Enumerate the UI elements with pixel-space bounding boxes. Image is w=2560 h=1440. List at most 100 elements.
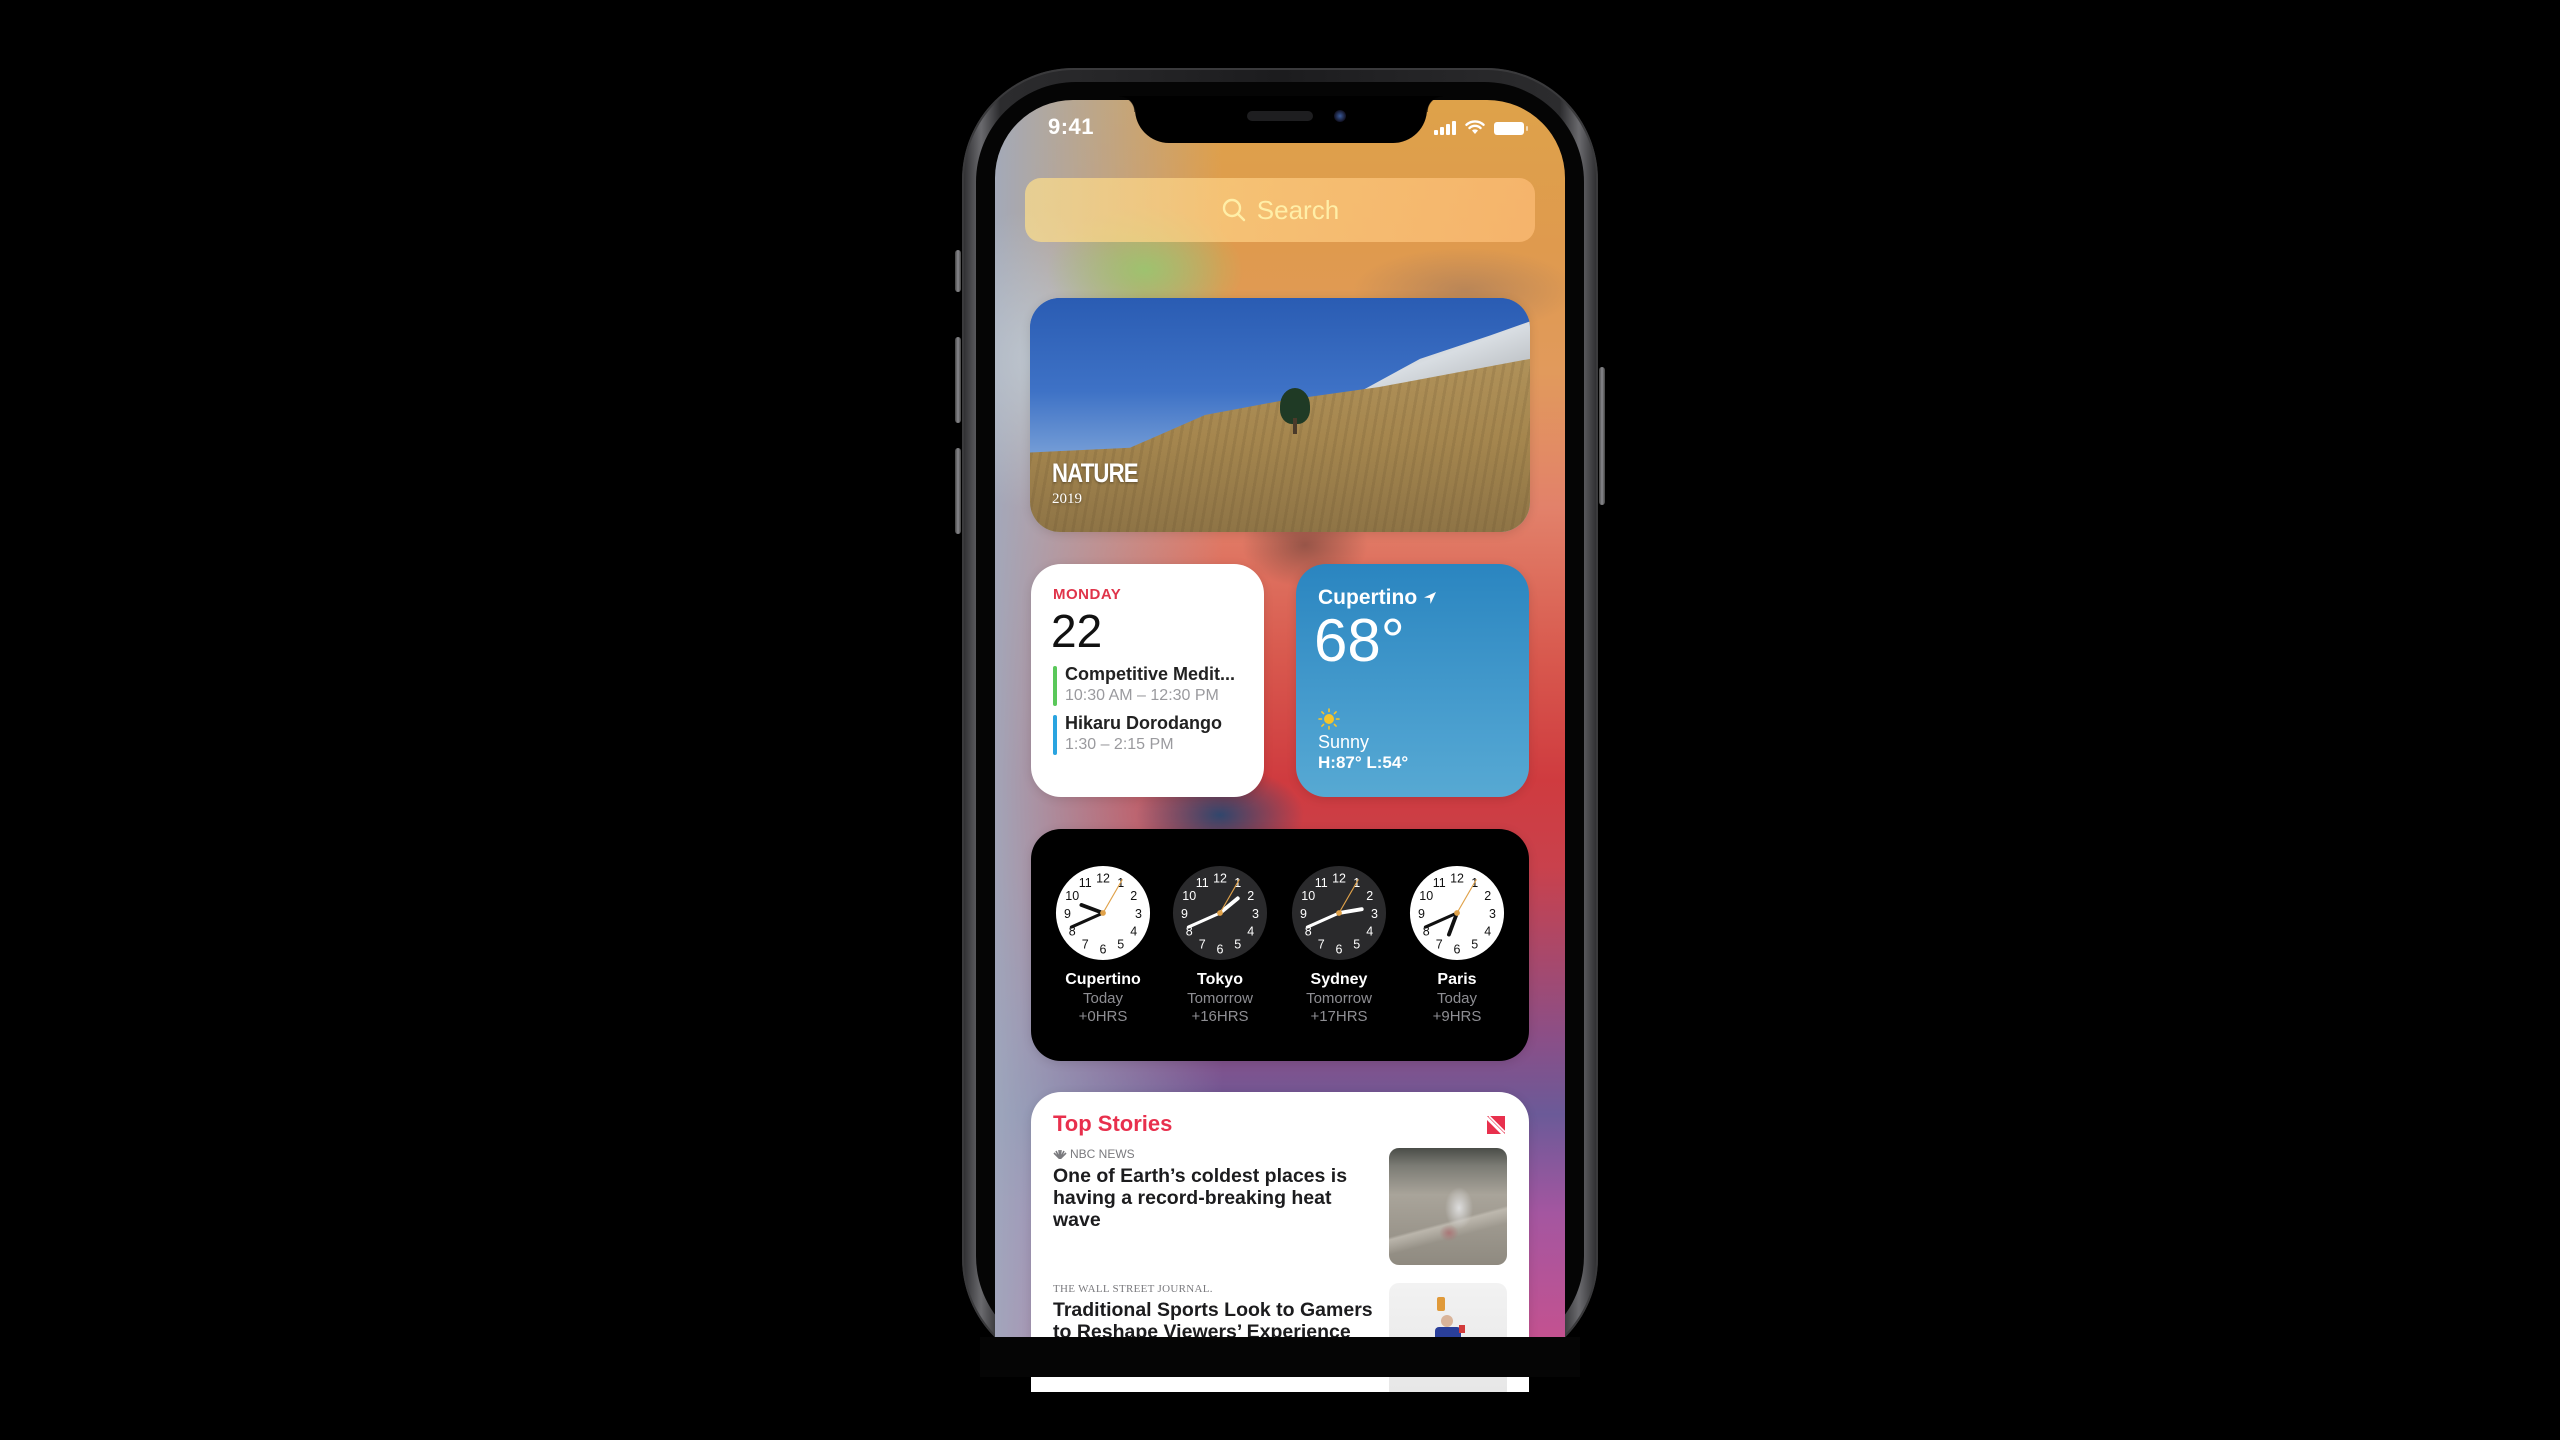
clock-numeral: 3 xyxy=(1135,907,1142,921)
calendar-weekday: MONDAY xyxy=(1053,586,1122,603)
clock-numeral: 7 xyxy=(1318,938,1325,952)
clock-numeral: 10 xyxy=(1301,889,1315,903)
clock-numeral: 9 xyxy=(1181,907,1188,921)
status-icons xyxy=(1434,120,1528,135)
clock-numeral: 4 xyxy=(1247,925,1254,939)
clock-center-pin xyxy=(1217,910,1223,916)
wifi-icon xyxy=(1465,120,1485,134)
clock-numeral: 12 xyxy=(1096,871,1110,885)
clock-face-icon: 123456789101112 xyxy=(1291,865,1387,961)
calendar-event[interactable]: Competitive Medit... 10:30 AM – 12:30 PM xyxy=(1053,664,1236,706)
side-button[interactable] xyxy=(1599,367,1605,505)
clock-numeral: 4 xyxy=(1130,925,1137,939)
front-camera xyxy=(1334,110,1346,122)
news-source: THE WALL STREET JOURNAL. xyxy=(1053,1283,1383,1295)
status-time: 9:41 xyxy=(1048,114,1095,139)
world-clock-widget[interactable]: 123456789101112 Cupertino Today +0HRS 12… xyxy=(1031,829,1529,1061)
clock-day: Today xyxy=(1436,990,1478,1007)
clock-offset: +16HRS xyxy=(1191,1008,1249,1025)
clock-numeral: 11 xyxy=(1315,876,1328,890)
news-source: NBC NEWS xyxy=(1053,1147,1383,1161)
clock-offset: +0HRS xyxy=(1078,1008,1128,1025)
clock-city: Sydney xyxy=(1310,971,1368,988)
clock-numeral: 9 xyxy=(1064,907,1071,921)
clock-numeral: 6 xyxy=(1336,942,1343,956)
search-placeholder: Search xyxy=(1256,194,1340,225)
photos-widget[interactable]: NATURE 2019 xyxy=(1030,298,1530,532)
event-time: 10:30 AM – 12:30 PM xyxy=(1065,687,1219,704)
clock-face-icon: 123456789101112 xyxy=(1055,865,1151,961)
clock-numeral: 5 xyxy=(1117,938,1124,952)
calendar-event[interactable]: Hikaru Dorodango 1:30 – 2:15 PM xyxy=(1053,713,1222,755)
calendar-date: 22 xyxy=(1051,605,1103,657)
news-story[interactable]: NBC NEWS One of Earth’s coldest places i… xyxy=(1053,1147,1383,1231)
earpiece-speaker xyxy=(1247,111,1313,121)
clock-numeral: 11 xyxy=(1196,876,1209,890)
clock-numeral: 10 xyxy=(1182,889,1196,903)
clock-numeral: 7 xyxy=(1199,938,1206,952)
clock-numeral: 2 xyxy=(1130,889,1137,903)
clock-numeral: 2 xyxy=(1484,889,1491,903)
event-color-bar xyxy=(1053,666,1057,706)
clock-numeral: 10 xyxy=(1065,889,1079,903)
clock-city: Tokyo xyxy=(1197,971,1243,988)
clock-numeral: 4 xyxy=(1366,925,1373,939)
clock-numeral: 4 xyxy=(1484,925,1491,939)
clock-numeral: 3 xyxy=(1252,907,1259,921)
clock-numeral: 5 xyxy=(1353,938,1360,952)
sun-icon xyxy=(1318,708,1340,730)
volume-down-button[interactable] xyxy=(955,448,961,534)
event-color-bar xyxy=(1053,715,1057,755)
event-time: 1:30 – 2:15 PM xyxy=(1065,736,1174,753)
mute-switch[interactable] xyxy=(955,250,961,292)
clock-city: Paris xyxy=(1437,971,1477,988)
clock-numeral: 2 xyxy=(1247,889,1254,903)
location-arrow-icon xyxy=(1424,592,1437,604)
cellular-signal-icon xyxy=(1434,121,1456,135)
news-headline: One of Earth’s coldest places is having … xyxy=(1053,1165,1348,1231)
news-story[interactable]: THE WALL STREET JOURNAL. Traditional Spo… xyxy=(1053,1283,1383,1343)
clock-day: Tomorrow xyxy=(1187,990,1253,1007)
weather-condition: Sunny xyxy=(1318,732,1370,752)
calendar-widget[interactable]: MONDAY 22 Competitive Medit... 10:30 AM … xyxy=(1031,564,1264,797)
clock-center-pin xyxy=(1454,910,1460,916)
weather-widget[interactable]: Cupertino 68° Sunny H:87° L:54° xyxy=(1296,564,1529,797)
news-source-name: NBC NEWS xyxy=(1070,1147,1135,1161)
clock-face-icon: 123456789101112 xyxy=(1172,865,1268,961)
weather-temperature: 68° xyxy=(1314,607,1405,674)
news-thumbnail xyxy=(1389,1148,1507,1265)
clock-numeral: 6 xyxy=(1217,942,1224,956)
clock-day: Tomorrow xyxy=(1306,990,1372,1007)
clock-numeral: 3 xyxy=(1489,907,1496,921)
clock-numeral: 6 xyxy=(1100,942,1107,956)
clock-numeral: 12 xyxy=(1332,871,1346,885)
memory-title: NATURE xyxy=(1052,458,1139,488)
clock-numeral: 11 xyxy=(1079,876,1092,890)
clock-numeral: 7 xyxy=(1436,938,1443,952)
clock-numeral: 9 xyxy=(1418,907,1425,921)
news-source-name: THE WALL STREET JOURNAL. xyxy=(1053,1283,1213,1295)
clock-numeral: 5 xyxy=(1234,938,1241,952)
clock-face-icon: 123456789101112 xyxy=(1409,865,1505,961)
apple-news-icon xyxy=(1486,1115,1506,1135)
clock-numeral: 12 xyxy=(1450,871,1464,885)
clock-offset: +17HRS xyxy=(1310,1008,1368,1025)
clock-numeral: 7 xyxy=(1082,938,1089,952)
clock-numeral: 5 xyxy=(1471,938,1478,952)
clock-center-pin xyxy=(1100,910,1106,916)
clock-center-pin xyxy=(1336,910,1342,916)
news-heading: Top Stories xyxy=(1053,1111,1173,1136)
search-icon xyxy=(1222,198,1245,222)
event-title: Competitive Medit... xyxy=(1065,664,1236,684)
search-field[interactable]: Search xyxy=(1025,178,1535,242)
weather-high-low: H:87° L:54° xyxy=(1318,753,1409,772)
photo-tree-trunk xyxy=(1293,418,1297,434)
clock-city: Cupertino xyxy=(1065,971,1141,988)
clock-numeral: 11 xyxy=(1433,876,1446,890)
clock-numeral: 6 xyxy=(1454,942,1461,956)
volume-up-button[interactable] xyxy=(955,337,961,423)
clock-numeral: 2 xyxy=(1366,889,1373,903)
clock-day: Today xyxy=(1082,990,1124,1007)
clock-numeral: 10 xyxy=(1419,889,1433,903)
screen-bottom-bezel xyxy=(980,1337,1580,1377)
